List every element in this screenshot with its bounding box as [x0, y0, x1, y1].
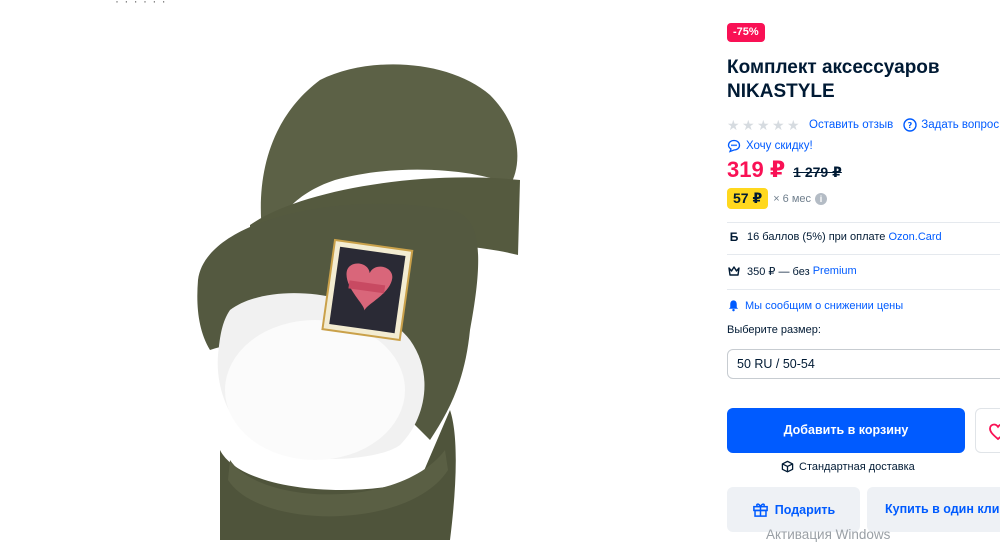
- bell-icon: [728, 300, 739, 312]
- installment-term: × 6 мес: [773, 192, 812, 205]
- delivery-row: Стандартная доставка: [781, 460, 915, 473]
- old-price: 1 279 ₽: [793, 164, 842, 180]
- divider: [727, 289, 1000, 290]
- installment-amount[interactable]: 57 ₽: [727, 188, 769, 209]
- bonus-row: Б 16 баллов (5%) при оплате Ozon.Card: [727, 230, 942, 244]
- divider: [727, 222, 1000, 223]
- crown-icon: [728, 266, 740, 276]
- gift-button-label: Подарить: [774, 502, 836, 517]
- price-drop-notify-link[interactable]: Мы сообщим о снижении цены: [745, 300, 903, 312]
- star-icon: ★: [787, 117, 800, 133]
- box-icon: [781, 460, 794, 473]
- gallery-thumbnails-clipped: · · · · · ·: [115, 0, 167, 8]
- product-title: Комплект аксессуаров NIKASTYLE: [727, 57, 940, 102]
- heart-icon: [989, 423, 1000, 441]
- buy-one-click-button[interactable]: Купить в один клик: [867, 487, 1000, 532]
- favorite-button[interactable]: [975, 408, 1000, 453]
- gift-icon: [752, 503, 768, 517]
- premium-row: 350 ₽ — без Premium: [727, 264, 857, 278]
- size-label: Выберите размер:: [727, 324, 821, 336]
- product-photo[interactable]: [150, 50, 530, 540]
- want-discount-link[interactable]: Хочу скидку!: [746, 140, 813, 152]
- delivery-text: Стандартная доставка: [799, 460, 915, 473]
- want-discount-row[interactable]: Хочу скидку!: [727, 139, 813, 153]
- ask-question-link[interactable]: Задать вопрос: [921, 119, 999, 131]
- current-price: 319 ₽: [727, 157, 786, 182]
- question-bubble-icon: ?: [903, 118, 917, 132]
- installment-row[interactable]: 57 ₽ × 6 мес i: [727, 188, 828, 209]
- premium-text: 350 ₽ — без: [747, 265, 810, 278]
- discount-badge: -75%: [727, 23, 765, 42]
- price-drop-notify-row[interactable]: Мы сообщим о снижении цены: [727, 299, 903, 312]
- star-icon: ★: [772, 117, 785, 133]
- gift-button[interactable]: Подарить: [727, 487, 860, 532]
- add-to-cart-button[interactable]: Добавить в корзину: [727, 408, 965, 453]
- premium-link[interactable]: Premium: [813, 265, 857, 277]
- rating-stars: ★ ★ ★ ★ ★: [727, 118, 801, 132]
- bonus-text: 16 баллов (5%) при оплате: [747, 231, 886, 243]
- star-icon: ★: [742, 117, 755, 133]
- product-gallery: · · · · · ·: [0, 0, 700, 540]
- star-icon: ★: [727, 117, 740, 133]
- ozon-card-link[interactable]: Ozon.Card: [888, 231, 941, 243]
- product-info-panel: -75% Комплект аксессуаров NIKASTYLE ★ ★ …: [727, 0, 1000, 540]
- star-icon: ★: [757, 117, 770, 133]
- ozon-card-icon: Б: [729, 230, 739, 244]
- svg-text:?: ?: [908, 121, 913, 130]
- info-icon[interactable]: i: [815, 192, 828, 205]
- rating-row: ★ ★ ★ ★ ★ Оставить отзыв ? Задать вопрос: [727, 116, 999, 134]
- divider: [727, 254, 1000, 255]
- price-row: 319 ₽ 1 279 ₽: [727, 157, 842, 183]
- size-select[interactable]: 50 RU / 50-54: [727, 349, 1000, 379]
- chat-bubble-icon: [727, 139, 741, 153]
- leave-review-link[interactable]: Оставить отзыв: [809, 119, 893, 131]
